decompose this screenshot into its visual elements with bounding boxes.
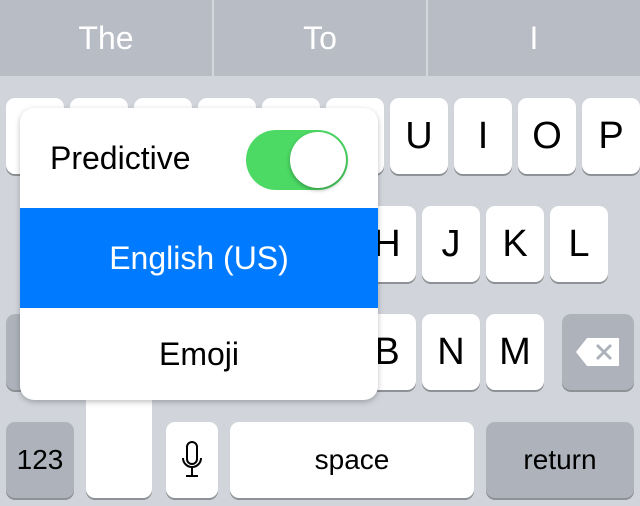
key-n[interactable]: N [422, 314, 480, 390]
predictive-toggle[interactable] [246, 130, 348, 190]
delete-key[interactable] [562, 314, 634, 390]
key-m[interactable]: M [486, 314, 544, 390]
key-o[interactable]: O [518, 98, 576, 174]
key-i[interactable]: I [454, 98, 512, 174]
menu-item-emoji[interactable]: Emoji [20, 308, 378, 400]
key-k[interactable]: K [486, 206, 544, 282]
microphone-icon [182, 441, 202, 477]
key-u[interactable]: U [390, 98, 448, 174]
numbers-key[interactable]: 123 [6, 422, 74, 498]
menu-item-english[interactable]: English (US) [20, 208, 378, 308]
keyboard-menu-popup: Predictive English (US) Emoji [20, 108, 378, 400]
return-key[interactable]: return [486, 422, 634, 498]
suggestion-bar: The To I [0, 0, 640, 76]
space-key[interactable]: space [230, 422, 474, 498]
toggle-knob [290, 132, 346, 188]
dictation-key[interactable] [166, 422, 218, 498]
key-l[interactable]: L [550, 206, 608, 282]
backspace-icon [576, 338, 619, 366]
predictive-label: Predictive [50, 139, 191, 176]
key-p[interactable]: P [582, 98, 640, 174]
key-j[interactable]: J [422, 206, 480, 282]
suggestion-2[interactable]: To [214, 0, 428, 76]
predictive-row: Predictive [20, 108, 378, 208]
suggestion-3[interactable]: I [428, 0, 640, 76]
suggestion-1[interactable]: The [0, 0, 214, 76]
